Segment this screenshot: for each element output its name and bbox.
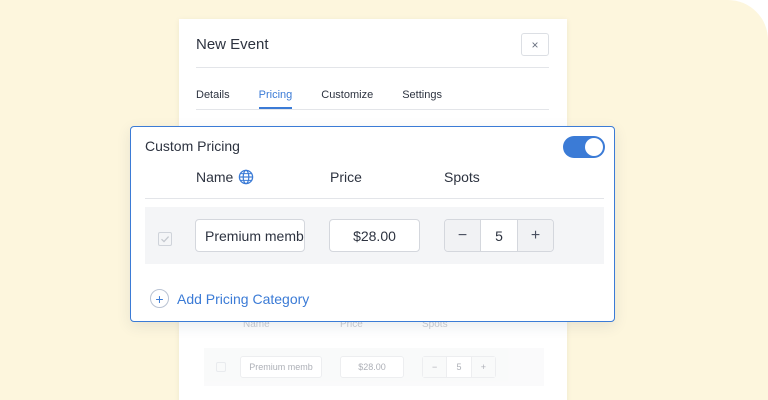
tab-settings[interactable]: Settings <box>402 89 442 109</box>
spots-stepper: − 5 + <box>444 219 554 252</box>
ghost-row-checkbox <box>216 362 226 372</box>
add-pricing-category-label: Add Pricing Category <box>177 290 310 307</box>
minus-icon: − <box>457 226 468 244</box>
row-checkbox[interactable] <box>158 232 172 246</box>
toggle-knob <box>585 138 603 156</box>
check-icon <box>161 236 170 243</box>
close-icon: × <box>531 37 539 52</box>
column-name-label: Name <box>196 169 234 185</box>
custom-pricing-card: Custom Pricing Name Price Spots Premium … <box>130 126 615 322</box>
plus-icon: + <box>530 226 541 244</box>
modal-title: New Event <box>196 36 269 53</box>
increment-button[interactable]: + <box>518 220 553 251</box>
pricing-row: Premium memb $28.00 − 5 + <box>145 207 604 264</box>
pricing-price-input[interactable]: $28.00 <box>329 219 420 252</box>
tab-pricing[interactable]: Pricing <box>258 89 292 109</box>
header-divider <box>145 198 604 199</box>
add-pricing-category-button[interactable]: + Add Pricing Category <box>150 289 309 308</box>
close-button[interactable]: × <box>521 33 549 56</box>
tab-details[interactable]: Details <box>196 89 230 109</box>
ghost-name-input: Premium memb <box>240 356 322 378</box>
ghost-spots-value: 5 <box>446 357 472 377</box>
pricing-name-input[interactable]: Premium memb <box>195 219 305 252</box>
tabs-divider <box>196 109 549 110</box>
card-title: Custom Pricing <box>145 138 240 154</box>
title-divider <box>196 67 549 68</box>
add-circle-icon: + <box>150 289 169 308</box>
ghost-price-input: $28.00 <box>340 356 404 378</box>
tab-bar: Details Pricing Customize Settings <box>196 89 471 109</box>
ghost-plus-icon: + <box>471 357 495 377</box>
ghost-minus-icon: − <box>423 357 447 377</box>
column-header-price: Price <box>330 169 362 185</box>
custom-pricing-toggle[interactable] <box>563 136 605 158</box>
column-header-name: Name <box>196 169 254 185</box>
decrement-button[interactable]: − <box>445 220 480 251</box>
spots-value[interactable]: 5 <box>480 220 518 251</box>
column-header-spots: Spots <box>444 169 480 185</box>
tab-customize[interactable]: Customize <box>321 89 373 109</box>
globe-icon[interactable] <box>238 169 254 185</box>
ghost-spots-stepper: − 5 + <box>422 356 496 378</box>
